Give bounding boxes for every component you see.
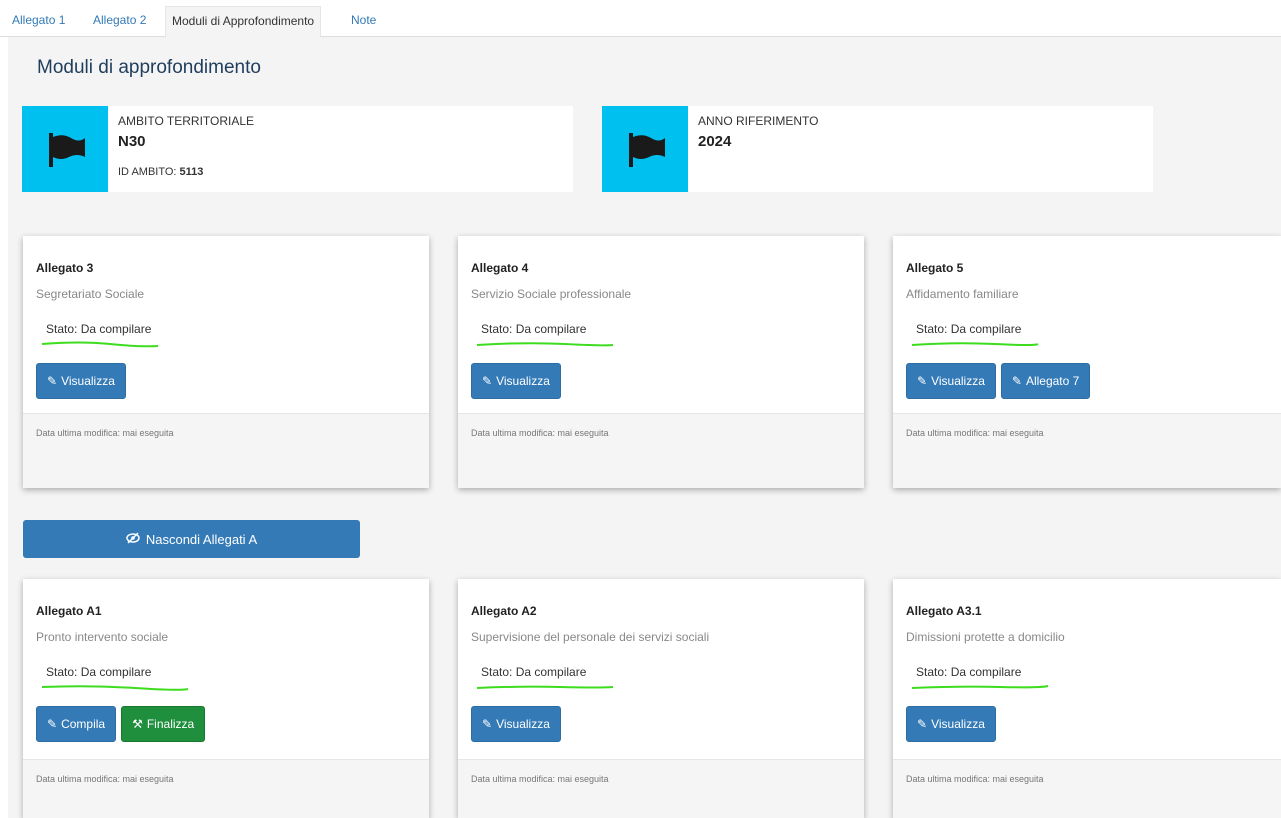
id-ambito: ID AMBITO: 5113 xyxy=(118,166,254,178)
card-subtitle: Supervisione del personale dei servizi s… xyxy=(471,630,710,644)
visualizza-button[interactable]: ✎ Visualizza xyxy=(471,706,561,742)
card-title: Allegato A3.1 xyxy=(906,604,982,618)
card-title: Allegato 5 xyxy=(906,261,964,275)
status-underline xyxy=(911,342,1039,346)
last-modified: Data ultima modifica: mai eseguita xyxy=(906,428,1044,438)
anno-value: 2024 xyxy=(698,133,732,150)
ambito-value: N30 xyxy=(118,133,146,150)
page-title: Moduli di approfondimento xyxy=(37,57,261,78)
card-subtitle: Servizio Sociale professionale xyxy=(471,287,632,301)
status-text: Stato: Da compilare xyxy=(46,665,152,679)
card-footer: Data ultima modifica: mai eseguita xyxy=(458,759,864,818)
card-allegato-a1: Allegato A1 Pronto intervento sociale St… xyxy=(23,579,429,818)
card-allegato-3: Allegato 3 Segretariato Sociale Stato: D… xyxy=(23,236,429,488)
card-allegato-a2: Allegato A2 Supervisione del personale d… xyxy=(458,579,864,818)
visualizza-button[interactable]: ✎ Visualizza xyxy=(906,706,996,742)
allegato-7-button[interactable]: ✎ Allegato 7 xyxy=(1000,363,1091,399)
gavel-icon: ⚒ xyxy=(132,717,143,731)
card-title: Allegato A1 xyxy=(36,604,102,618)
card-footer: Data ultima modifica: mai eseguita xyxy=(893,759,1281,818)
visualizza-button[interactable]: ✎ Visualizza xyxy=(36,363,126,399)
id-ambito-value: 5113 xyxy=(179,166,204,178)
edit-icon: ✎ xyxy=(917,374,928,388)
eye-slash-icon xyxy=(126,531,140,547)
id-ambito-label: ID AMBITO: xyxy=(118,166,177,178)
status-underline xyxy=(41,341,159,348)
edit-icon: ✎ xyxy=(482,717,493,731)
edit-icon: ✎ xyxy=(47,717,58,731)
card-footer: Data ultima modifica: mai eseguita xyxy=(458,413,864,488)
flag-icon xyxy=(602,106,688,192)
status-text: Stato: Da compilare xyxy=(46,322,152,336)
last-modified: Data ultima modifica: mai eseguita xyxy=(471,428,609,438)
card-subtitle: Segretariato Sociale xyxy=(36,287,145,301)
card-footer: Data ultima modifica: mai eseguita xyxy=(893,413,1281,488)
last-modified: Data ultima modifica: mai eseguita xyxy=(36,774,174,784)
card-subtitle: Affidamento familiare xyxy=(906,287,1019,301)
card-allegato-5: Allegato 5 Affidamento familiare Stato: … xyxy=(893,236,1281,488)
tab-note[interactable]: Note xyxy=(345,9,382,37)
tab-bar: Allegato 1 Allegato 2 Moduli di Approfon… xyxy=(0,0,1281,38)
card-allegato-a3-1: Allegato A3.1 Dimissioni protette a domi… xyxy=(893,579,1281,818)
flag-icon xyxy=(22,106,108,192)
info-box-ambito: AMBITO TERRITORIALE N30 ID AMBITO: 5113 xyxy=(22,106,573,192)
edit-icon: ✎ xyxy=(482,374,493,388)
anno-label: ANNO RIFERIMENTO xyxy=(698,114,819,128)
finalizza-button[interactable]: ⚒ Finalizza xyxy=(121,706,206,742)
status-text: Stato: Da compilare xyxy=(481,665,587,679)
last-modified: Data ultima modifica: mai eseguita xyxy=(36,428,174,438)
tab-allegato-1[interactable]: Allegato 1 xyxy=(6,9,71,37)
status-text: Stato: Da compilare xyxy=(916,322,1022,336)
card-subtitle: Pronto intervento sociale xyxy=(36,630,169,644)
status-underline xyxy=(476,685,614,689)
main-content: Moduli di approfondimento AMBITO TERRITO… xyxy=(8,37,1281,818)
card-allegato-4: Allegato 4 Servizio Sociale professional… xyxy=(458,236,864,488)
tab-allegato-2[interactable]: Allegato 2 xyxy=(87,9,152,37)
status-underline xyxy=(476,342,614,347)
card-subtitle: Dimissioni protette a domicilio xyxy=(906,630,1065,644)
card-title: Allegato 4 xyxy=(471,261,529,275)
card-title: Allegato 3 xyxy=(36,261,94,275)
card-footer: Data ultima modifica: mai eseguita xyxy=(23,413,429,488)
status-text: Stato: Da compilare xyxy=(481,322,587,336)
edit-icon: ✎ xyxy=(1011,374,1022,388)
visualizza-button[interactable]: ✎ Visualizza xyxy=(906,363,996,399)
edit-icon: ✎ xyxy=(47,374,58,388)
status-text: Stato: Da compilare xyxy=(916,665,1022,679)
status-underline xyxy=(41,685,189,691)
last-modified: Data ultima modifica: mai eseguita xyxy=(906,774,1044,784)
last-modified: Data ultima modifica: mai eseguita xyxy=(471,774,609,784)
status-underline xyxy=(911,685,1049,689)
card-footer: Data ultima modifica: mai eseguita xyxy=(23,759,429,818)
info-box-anno: ANNO RIFERIMENTO 2024 xyxy=(602,106,1153,192)
compila-button[interactable]: ✎ Compila xyxy=(36,706,117,742)
edit-icon: ✎ xyxy=(917,717,928,731)
visualizza-button[interactable]: ✎ Visualizza xyxy=(471,363,561,399)
hide-allegati-a-button[interactable]: Nascondi Allegati A xyxy=(23,520,360,558)
tab-moduli-approfondimento[interactable]: Moduli di Approfondimento xyxy=(165,6,322,38)
ambito-label: AMBITO TERRITORIALE xyxy=(118,114,255,128)
card-title: Allegato A2 xyxy=(471,604,537,618)
